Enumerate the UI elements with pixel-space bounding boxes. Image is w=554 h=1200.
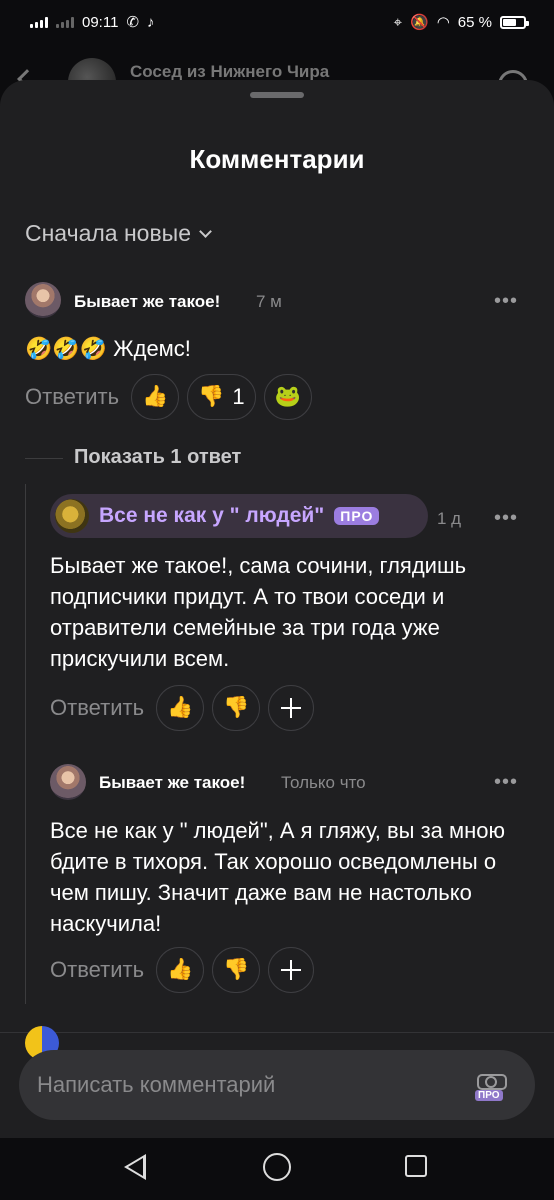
show-replies-button[interactable]: Показать 1 ответ [74, 446, 241, 469]
pro-badge: ПРО [334, 507, 380, 525]
mute-icon: 🔕 [410, 13, 429, 31]
thumbs-down-icon: 👎 [223, 696, 250, 719]
thumbs-up-icon: 👍 [167, 696, 194, 719]
dislike-count: 1 [232, 384, 245, 409]
comment-time: 7 м [256, 292, 282, 311]
like-button[interactable]: 👍 [156, 947, 205, 993]
sort-dropdown[interactable]: Сначала новые [25, 220, 212, 247]
reply-author: Все не как у " людей" [99, 504, 325, 527]
more-menu-icon[interactable]: ••• [494, 507, 518, 530]
reply-text: Бывает же такое!, сама сочини, глядишь п… [50, 553, 467, 671]
reply-time: Только что [281, 773, 366, 792]
battery-text: 65 % [457, 13, 492, 31]
frog-reaction-button[interactable]: 🐸 [263, 374, 312, 420]
comments-sheet: Комментарии Сначала новые Бывает же тако… [0, 80, 554, 1138]
add-reaction-button[interactable] [268, 947, 315, 993]
avatar[interactable] [50, 764, 86, 800]
status-right: ⌖ 🔕 ◠ 65 % [393, 13, 529, 31]
avatar[interactable] [25, 282, 61, 318]
status-time: 09:11 [82, 13, 119, 31]
avatar[interactable] [55, 499, 89, 533]
thumbs-up-icon: 👍 [142, 385, 169, 408]
battery-icon [500, 15, 529, 29]
channel-title: Сосед из Нижнего Чира [130, 62, 330, 81]
pro-badge: ПРО [475, 1090, 503, 1101]
thumbs-down-icon: 👎 [223, 958, 250, 981]
nav-home-icon[interactable] [263, 1153, 291, 1181]
navigation-bar [0, 1138, 554, 1200]
wifi-icon: ◠ [436, 13, 450, 31]
status-bar: 09:11 ✆ ♪ ⌖ 🔕 ◠ 65 % [0, 0, 554, 44]
comment-composer[interactable]: ПРО [19, 1050, 535, 1120]
reply-actions: Ответить 👍 👎 [50, 947, 315, 993]
chevron-down-icon [199, 224, 212, 238]
more-menu-icon[interactable]: ••• [494, 290, 518, 313]
comment-text: 🤣🤣🤣 Ждемс! [25, 336, 191, 361]
camera-lens [485, 1076, 497, 1088]
like-button[interactable]: 👍 [156, 685, 205, 731]
nav-back-icon[interactable] [124, 1154, 146, 1180]
dislike-button[interactable]: 👎 [212, 685, 261, 731]
reply-time: 1 д [437, 509, 462, 528]
camera-icon[interactable]: ПРО [475, 1068, 511, 1102]
frog-icon: 🐸 [274, 385, 301, 408]
dislike-button[interactable]: 👎 1 [187, 374, 256, 420]
reply-button[interactable]: Ответить [25, 384, 119, 410]
divider [0, 1032, 554, 1033]
comment-actions: Ответить 👍 👎 1 🐸 [25, 374, 312, 420]
reply-actions: Ответить 👍 👎 [50, 685, 315, 731]
tiktok-icon: ♪ [147, 13, 155, 31]
whatsapp-icon: ✆ [126, 13, 140, 31]
sheet-title: Комментарии [189, 144, 365, 174]
battery-fill [503, 18, 516, 26]
thumbs-up-icon: 👍 [167, 958, 194, 981]
status-left: 09:11 ✆ ♪ [30, 14, 155, 31]
pro-author-chip[interactable]: Все не как у " людей" ПРО [50, 494, 428, 538]
thread-line [25, 484, 26, 1004]
dislike-button[interactable]: 👎 [212, 947, 261, 993]
location-icon: ⌖ [393, 13, 403, 31]
comment-input[interactable] [37, 1072, 457, 1098]
thumbs-down-icon: 👎 [198, 385, 225, 408]
reply-button[interactable]: Ответить [50, 957, 144, 983]
signal-icon [30, 16, 48, 28]
comment-author[interactable]: Бывает же такое! [74, 292, 220, 312]
add-reaction-button[interactable] [268, 685, 315, 731]
nav-recents-icon[interactable] [405, 1155, 427, 1177]
like-button[interactable]: 👍 [131, 374, 180, 420]
reply-button[interactable]: Ответить [50, 695, 144, 721]
divider [25, 458, 63, 459]
reply-text: Все не как у " людей", А я гляжу, вы за … [50, 818, 506, 936]
more-menu-icon[interactable]: ••• [494, 771, 518, 794]
sort-label: Сначала новые [25, 220, 192, 246]
signal-2-icon [56, 16, 74, 28]
sheet-drag-handle[interactable] [250, 92, 304, 98]
reply-author[interactable]: Бывает же такое! [99, 773, 245, 793]
